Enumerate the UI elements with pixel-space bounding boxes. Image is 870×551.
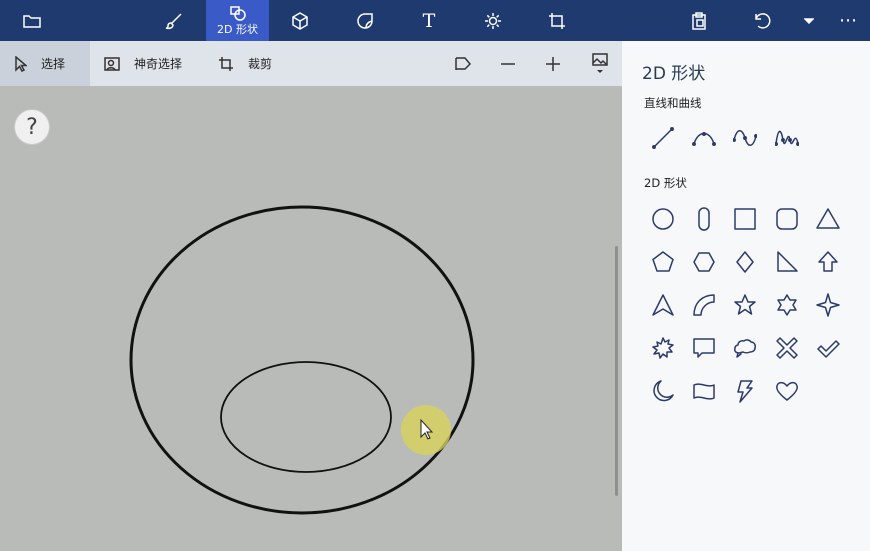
menu-icon[interactable] (795, 0, 823, 41)
effects-icon[interactable] (477, 0, 509, 41)
zoom-in-icon[interactable] (545, 41, 565, 86)
right-triangle-icon[interactable] (770, 245, 804, 279)
2d-shapes-icon (229, 5, 246, 21)
3d-shapes-icon[interactable] (284, 0, 316, 41)
rounded-square-icon[interactable] (770, 202, 804, 236)
canvas[interactable]: ? (0, 86, 622, 551)
shapes-section-label: 2D 形状 (644, 176, 687, 190)
stickers-icon[interactable] (349, 0, 381, 41)
thought-bubble-icon[interactable] (728, 331, 762, 365)
shapes-panel: 2D 形状 直线和曲线 2D 形状 (622, 41, 870, 551)
tab-2d-shapes[interactable]: 2D 形状 (206, 0, 269, 41)
curve-icon[interactable] (687, 121, 721, 155)
cursor-icon (15, 55, 27, 72)
vertical-scrollbar[interactable] (615, 246, 618, 496)
undo-icon[interactable] (746, 0, 778, 41)
star4-icon[interactable] (811, 288, 845, 322)
crop-button[interactable]: 裁剪 (218, 41, 288, 86)
circle-icon[interactable] (646, 202, 680, 236)
star6-icon[interactable] (770, 288, 804, 322)
diamond-icon[interactable] (728, 245, 762, 279)
burst-icon[interactable] (646, 331, 680, 365)
heart-icon[interactable] (770, 374, 804, 408)
triangle-icon[interactable] (811, 202, 845, 236)
multi-curve-icon[interactable] (770, 121, 804, 155)
arrowhead-icon[interactable] (646, 288, 680, 322)
line-icon[interactable] (646, 121, 680, 155)
pill-icon[interactable] (687, 202, 721, 236)
quarter-circle-icon[interactable] (687, 288, 721, 322)
zoom-out-icon[interactable] (500, 41, 520, 86)
crop-icon (219, 56, 233, 71)
select-button[interactable]: 选择 (0, 41, 90, 86)
x-mark-icon[interactable] (770, 331, 804, 365)
pentagon-icon[interactable] (646, 245, 680, 279)
speech-bubble-icon[interactable] (687, 331, 721, 365)
s-curve-icon[interactable] (728, 121, 762, 155)
more-icon[interactable]: ⋯ (832, 0, 864, 41)
lightning-icon[interactable] (728, 374, 762, 408)
panel-title: 2D 形状 (642, 64, 706, 84)
top-bar: 2D 形状 T ⋯ (0, 0, 870, 41)
help-button[interactable]: ? (14, 109, 50, 145)
magic-select-label: 神奇选择 (134, 57, 183, 71)
select-label: 选择 (41, 57, 66, 71)
moon-icon[interactable] (646, 374, 680, 408)
square-icon[interactable] (728, 202, 762, 236)
arrow-up-icon[interactable] (811, 245, 845, 279)
paste-icon[interactable] (683, 0, 715, 41)
brush-icon[interactable] (158, 0, 190, 41)
tab-2d-shapes-label: 2D 形状 (217, 22, 258, 36)
star5-icon[interactable] (728, 288, 762, 322)
drawing-surface[interactable] (0, 86, 622, 551)
text-icon[interactable]: T (413, 0, 445, 41)
checkmark-icon[interactable] (811, 331, 845, 365)
hexagon-icon[interactable] (687, 245, 721, 279)
banner-icon[interactable] (687, 374, 721, 408)
large-ellipse[interactable] (129, 205, 475, 515)
magic-select-icon (104, 56, 120, 71)
flag-icon[interactable] (455, 41, 475, 86)
toolbar: 选择 神奇选择 裁剪 (0, 41, 622, 86)
small-ellipse[interactable] (220, 361, 392, 473)
canvas-icon[interactable] (541, 0, 573, 41)
folder-icon[interactable] (16, 0, 48, 41)
magic-select-button[interactable]: 神奇选择 (104, 41, 204, 86)
crop-label: 裁剪 (248, 57, 273, 71)
lines-section-label: 直线和曲线 (644, 96, 702, 110)
image-icon[interactable] (590, 41, 610, 86)
